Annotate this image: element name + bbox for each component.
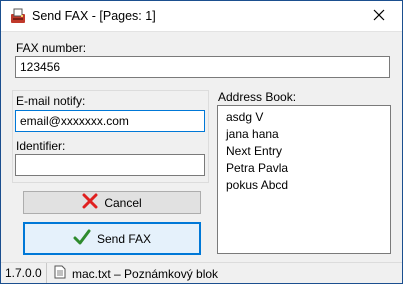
address-book-entry[interactable]: Next Entry <box>218 143 390 160</box>
document-icon <box>54 265 66 282</box>
cancel-button[interactable]: Cancel <box>23 191 201 214</box>
email-notify-input[interactable]: email@xxxxxxx.com <box>15 110 205 132</box>
address-book-list[interactable]: asdg V jana hana Next Entry Petra Pavla … <box>217 105 391 254</box>
email-notify-label: E-mail notify: <box>16 94 86 108</box>
address-book-label: Address Book: <box>218 90 297 104</box>
address-book-entry[interactable]: asdg V <box>218 109 390 126</box>
status-bar: 1.7.0.0 mac.txt – Poznámkový blok <box>1 262 402 283</box>
fax-number-label: FAX number: <box>16 41 87 55</box>
status-file-name: mac.txt – Poznámkový blok <box>72 266 219 281</box>
green-check-icon <box>73 228 91 249</box>
fax-number-input[interactable]: 123456 <box>15 56 390 78</box>
version-text: 1.7.0.0 <box>1 263 47 283</box>
window-title: Send FAX - [Pages: 1] <box>32 9 156 23</box>
address-book-entry[interactable]: jana hana <box>218 126 390 143</box>
close-icon <box>373 9 385 24</box>
close-button[interactable] <box>356 1 402 31</box>
send-fax-dialog: Send FAX - [Pages: 1] FAX number: 123456… <box>0 0 403 284</box>
red-x-icon <box>82 193 98 212</box>
identifier-label: Identifier: <box>16 139 66 153</box>
address-book-entry[interactable]: Petra Pavla <box>218 160 390 177</box>
title-bar[interactable]: Send FAX - [Pages: 1] <box>1 1 402 32</box>
fax-icon <box>9 7 27 25</box>
identifier-input[interactable] <box>15 154 205 176</box>
status-file-panel: mac.txt – Poznámkový blok <box>54 263 219 283</box>
cancel-label: Cancel <box>104 195 142 210</box>
send-fax-button[interactable]: Send FAX <box>23 222 201 255</box>
send-fax-label: Send FAX <box>96 231 152 246</box>
address-book-entry[interactable]: pokus Abcd <box>218 177 390 194</box>
